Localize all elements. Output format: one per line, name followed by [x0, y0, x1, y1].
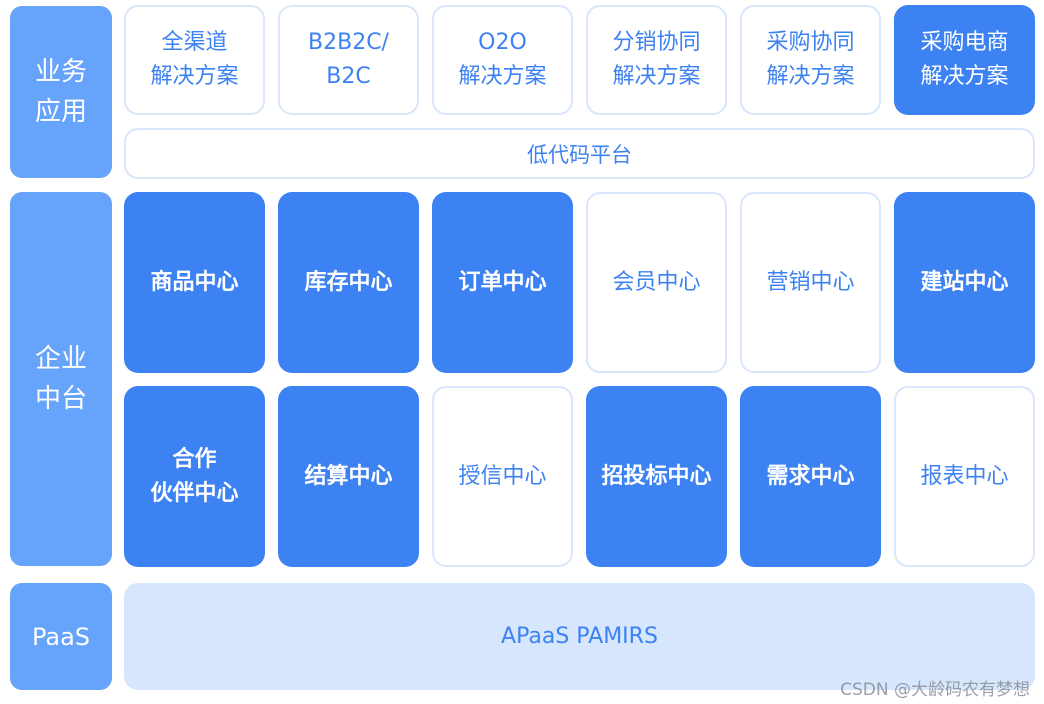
center-box-row1-1: 商品中心 — [124, 192, 265, 373]
solution-box-3: O2O 解决方案 — [432, 5, 573, 115]
center-box-row2-5: 需求中心 — [740, 386, 881, 567]
center-box-row2-2: 结算中心 — [278, 386, 419, 567]
layer-enterprise-middle-platform: 企业 中台 — [10, 192, 112, 566]
center-box-row1-4: 会员中心 — [586, 192, 727, 373]
watermark: CSDN @大龄码农有梦想 — [840, 680, 1030, 700]
paas-platform-bar: APaaS PAMIRS — [124, 583, 1035, 690]
center-box-row1-2: 库存中心 — [278, 192, 419, 373]
solution-box-5: 采购协同 解决方案 — [740, 5, 881, 115]
center-box-row2-6: 报表中心 — [894, 386, 1035, 567]
center-box-row2-3: 授信中心 — [432, 386, 573, 567]
center-box-row2-4: 招投标中心 — [586, 386, 727, 567]
solution-box-4: 分销协同 解决方案 — [586, 5, 727, 115]
center-box-row1-3: 订单中心 — [432, 192, 573, 373]
layer-paas: PaaS — [10, 583, 112, 690]
lowcode-platform-bar: 低代码平台 — [124, 128, 1035, 179]
center-box-row1-5: 营销中心 — [740, 192, 881, 373]
solution-box-1: 全渠道 解决方案 — [124, 5, 265, 115]
layer-business-applications: 业务 应用 — [10, 6, 112, 178]
center-box-row1-6: 建站中心 — [894, 192, 1035, 373]
center-box-row2-1: 合作 伙伴中心 — [124, 386, 265, 567]
solution-box-6: 采购电商 解决方案 — [894, 5, 1035, 115]
solution-box-2: B2B2C/ B2C — [278, 5, 419, 115]
